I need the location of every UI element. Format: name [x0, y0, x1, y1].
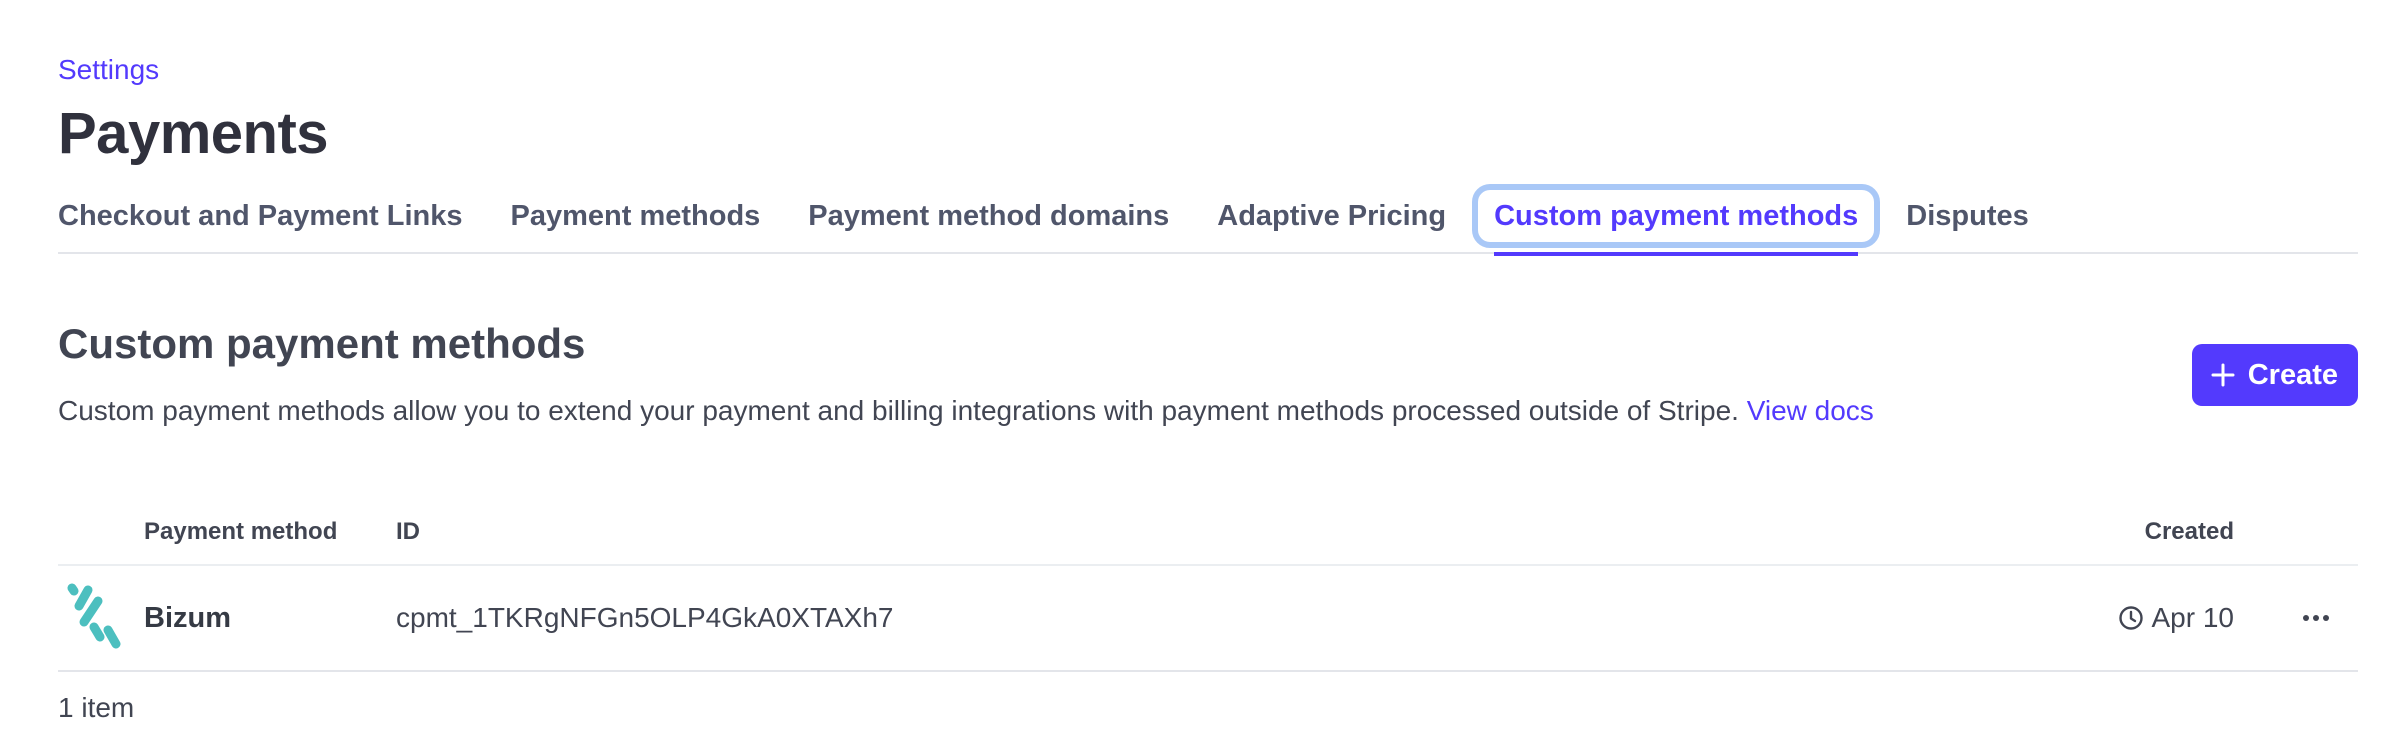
plus-icon — [2211, 363, 2235, 387]
row-actions-button[interactable] — [2294, 596, 2338, 640]
section-title: Custom payment methods — [58, 320, 586, 367]
created-date-text: Apr 10 — [2151, 602, 2235, 633]
column-header-payment-method: Payment method — [144, 518, 338, 545]
bizum-logo — [67, 583, 121, 649]
table-header: Payment method ID Created — [58, 504, 2358, 566]
tab-checkout-and-payment-links[interactable]: Checkout and Payment Links — [58, 178, 463, 254]
create-button-label: Create — [2247, 358, 2338, 391]
table-row[interactable]: Bizum cpmt_1TKRgNFGn5OLP4GkA0XTAXh7 Apr … — [58, 566, 2358, 672]
settings-tabs: Checkout and Payment Links Payment metho… — [58, 178, 2358, 256]
custom-payment-methods-table: Payment method ID Created Bizum cpmt_1TK… — [58, 504, 2358, 672]
tab-adaptive-pricing[interactable]: Adaptive Pricing — [1217, 178, 1446, 254]
created-date: Apr 10 — [2118, 602, 2235, 634]
column-header-id: ID — [396, 518, 420, 545]
create-button[interactable]: Create — [2191, 344, 2358, 406]
breadcrumb-settings[interactable]: Settings — [58, 54, 159, 86]
tab-disputes[interactable]: Disputes — [1906, 178, 2028, 254]
view-docs-link[interactable]: View docs — [1747, 395, 1874, 426]
payment-method-name: Bizum — [144, 602, 231, 634]
page-title: Payments — [58, 101, 329, 166]
more-horizontal-icon — [2303, 615, 2329, 621]
tab-custom-payment-methods[interactable]: Custom payment methods — [1472, 178, 1881, 256]
section-description: Custom payment methods allow you to exte… — [58, 395, 1874, 427]
tab-payment-methods[interactable]: Payment methods — [511, 178, 761, 254]
payment-method-id: cpmt_1TKRgNFGn5OLP4GkA0XTAXh7 — [396, 602, 894, 633]
column-header-created[interactable]: Created — [2145, 518, 2234, 546]
payments-settings-page: Settings Payments Checkout and Payment L… — [0, 0, 2406, 730]
clock-icon — [2118, 606, 2143, 630]
section-description-text: Custom payment methods allow you to exte… — [58, 395, 1739, 426]
item-count: 1 item — [58, 692, 135, 723]
tab-payment-method-domains[interactable]: Payment method domains — [808, 178, 1169, 254]
